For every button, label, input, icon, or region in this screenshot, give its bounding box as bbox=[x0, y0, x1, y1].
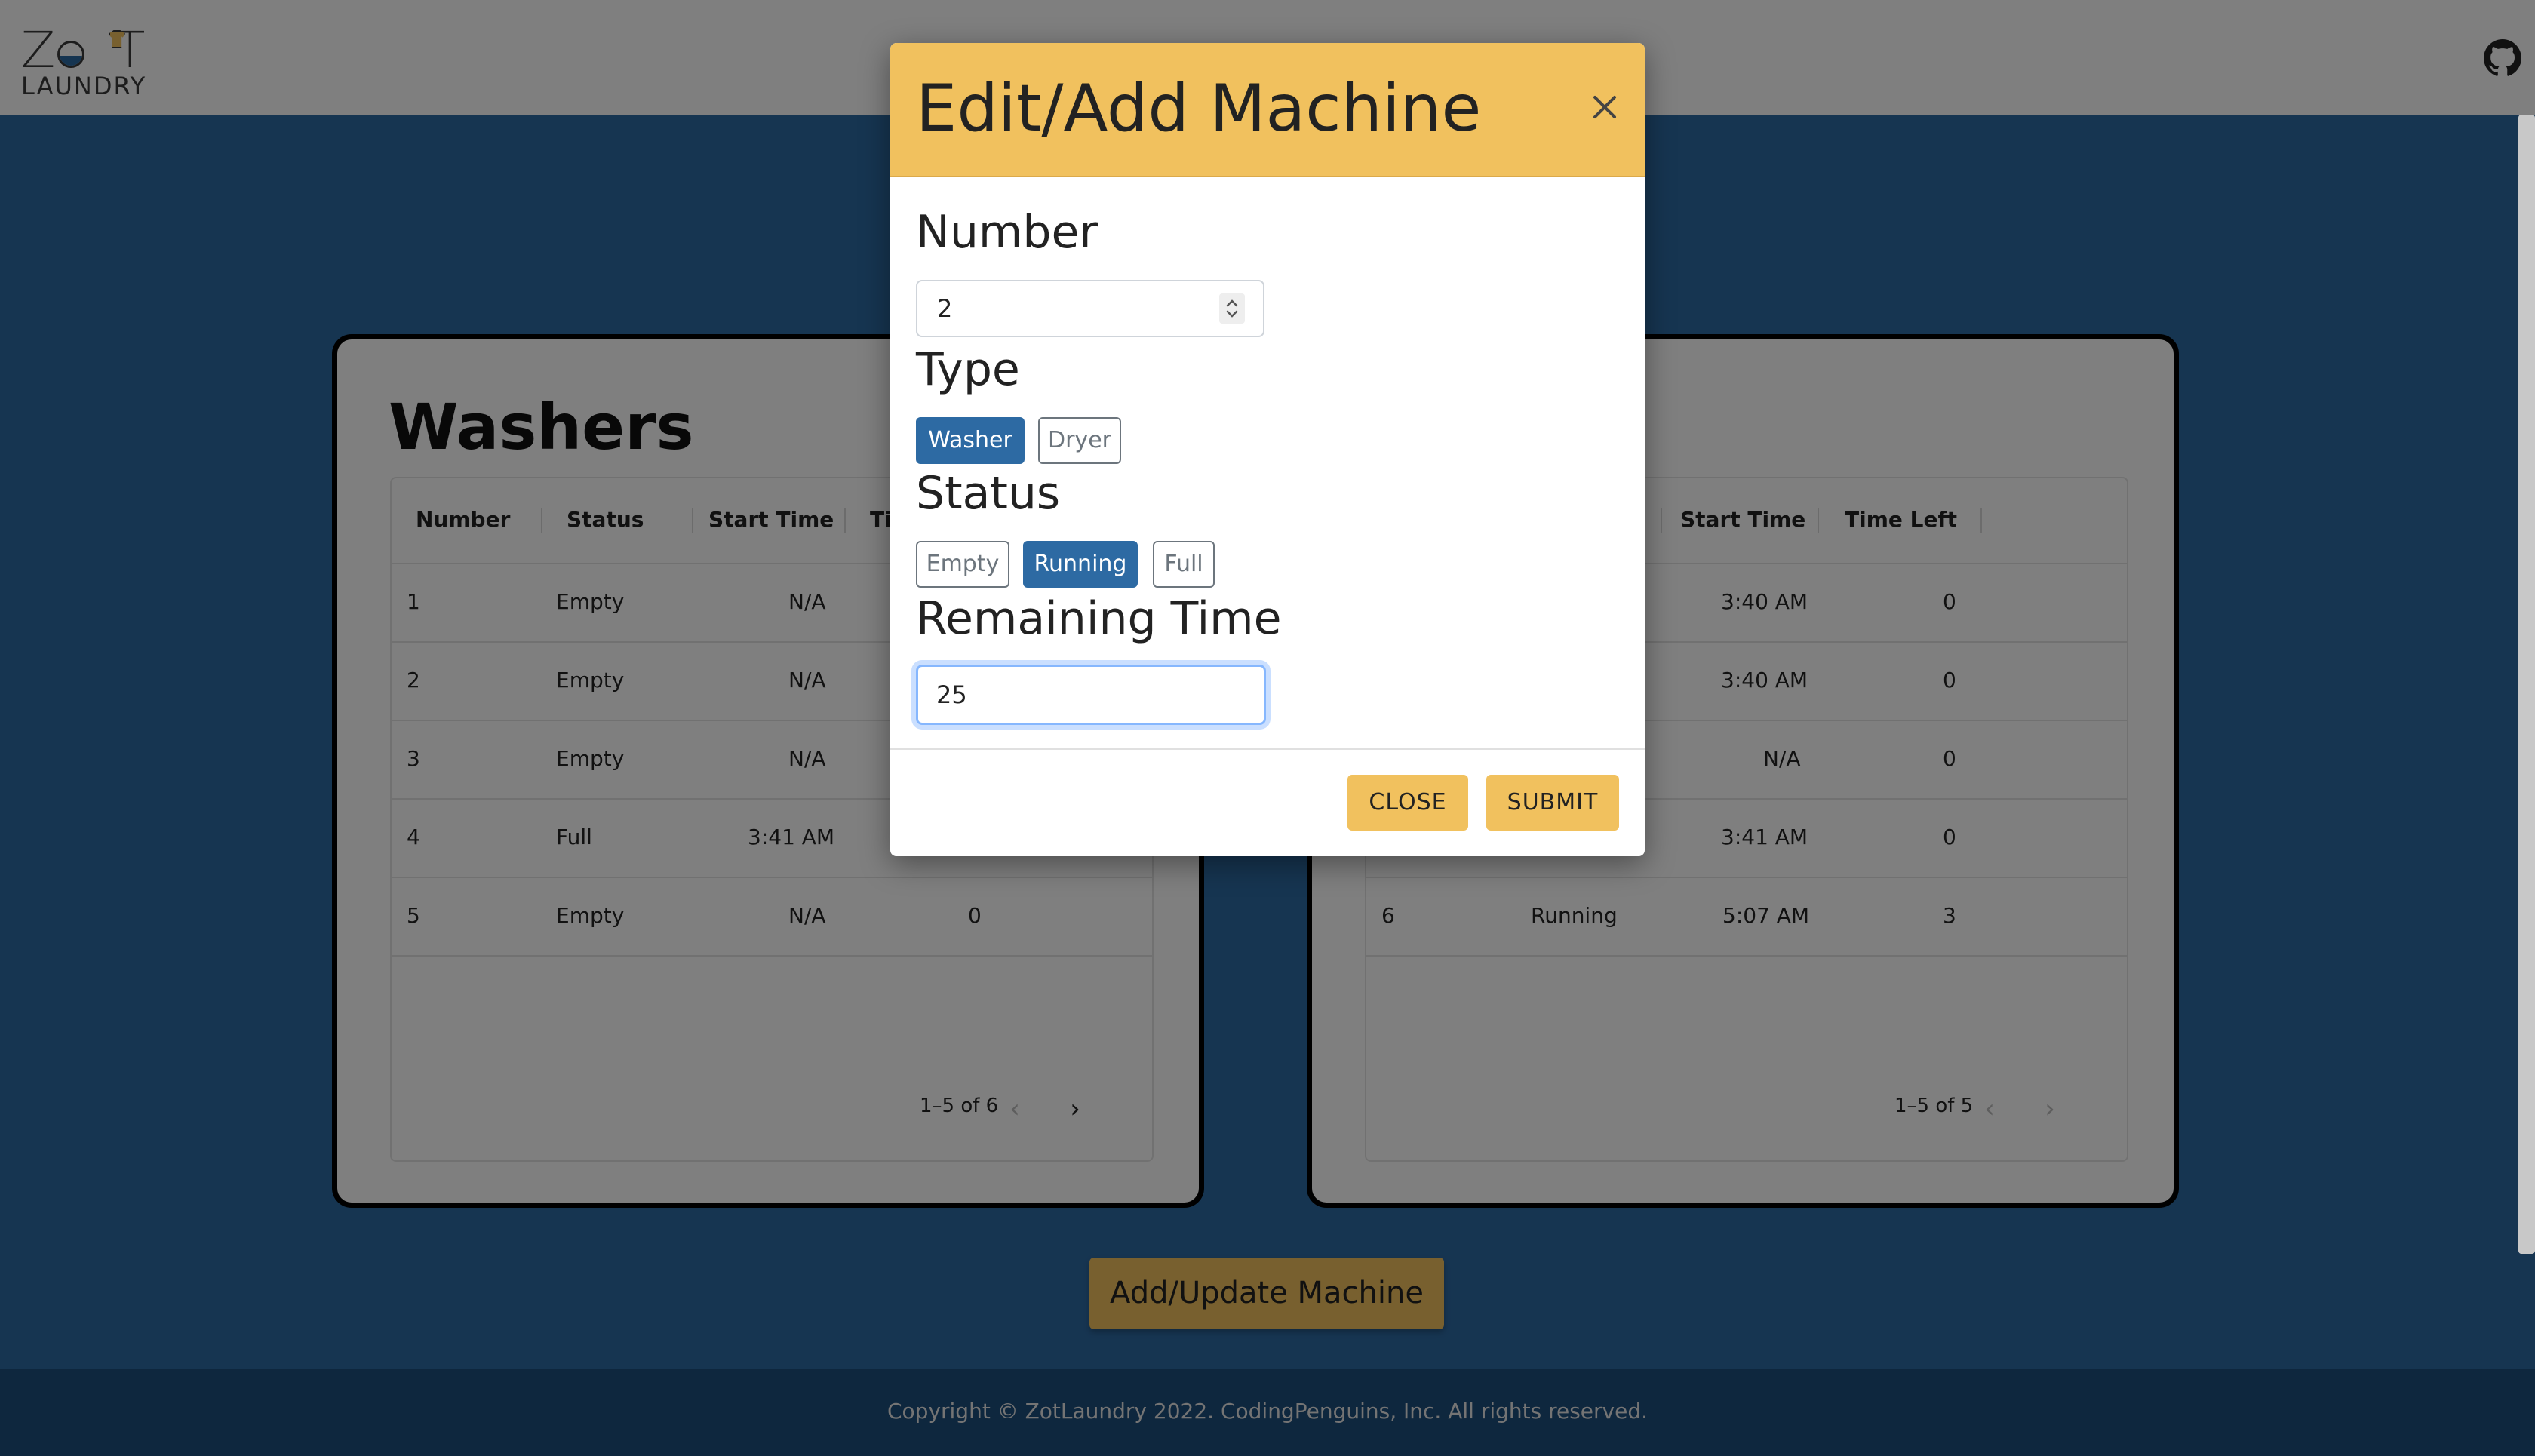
remaining-time-label: Remaining Time bbox=[916, 592, 1282, 645]
type-dryer-toggle[interactable]: Dryer bbox=[1038, 417, 1121, 464]
submit-button[interactable]: SUBMIT bbox=[1486, 775, 1619, 831]
type-washer-toggle[interactable]: Washer bbox=[916, 417, 1025, 464]
status-empty-toggle[interactable]: Empty bbox=[916, 541, 1009, 588]
number-stepper-icon[interactable] bbox=[1219, 293, 1245, 324]
status-running-toggle[interactable]: Running bbox=[1023, 541, 1138, 588]
remaining-time-input[interactable]: 25 bbox=[916, 665, 1266, 725]
edit-add-machine-modal: Edit/Add Machine Number 2 Type Washer Dr… bbox=[890, 43, 1645, 856]
modal-footer-divider bbox=[890, 748, 1645, 750]
status-label: Status bbox=[916, 467, 1061, 520]
modal-header: Edit/Add Machine bbox=[890, 43, 1645, 177]
number-input-value: 2 bbox=[937, 294, 953, 323]
close-button[interactable]: CLOSE bbox=[1347, 775, 1468, 831]
modal-title: Edit/Add Machine bbox=[916, 71, 1482, 146]
remaining-time-value: 25 bbox=[936, 680, 967, 709]
number-input[interactable]: 2 bbox=[916, 280, 1264, 337]
number-label: Number bbox=[916, 206, 1098, 259]
type-label: Type bbox=[916, 343, 1020, 396]
status-full-toggle[interactable]: Full bbox=[1153, 541, 1215, 588]
page-scrollbar[interactable] bbox=[2518, 115, 2535, 1254]
close-icon[interactable] bbox=[1586, 88, 1624, 126]
